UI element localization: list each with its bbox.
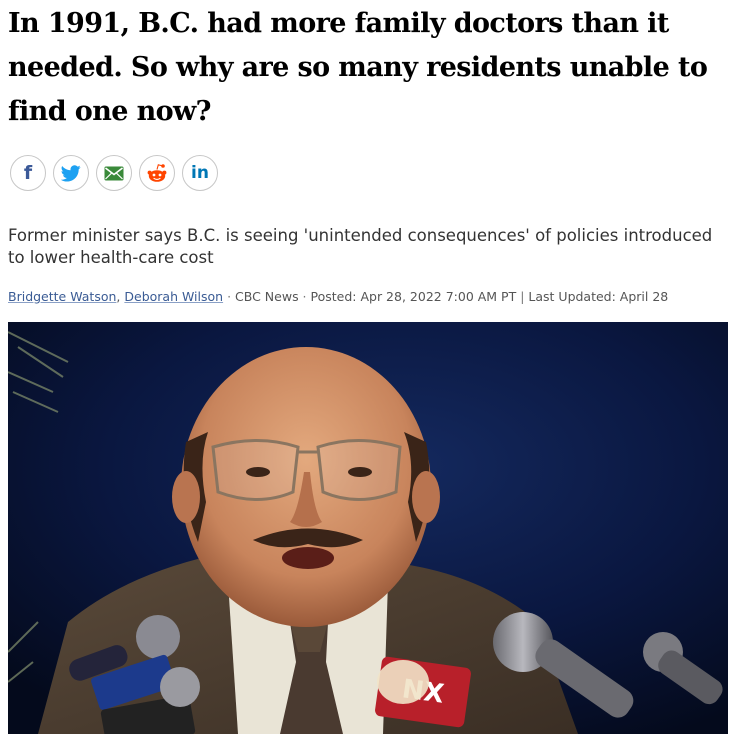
linkedin-icon: in (191, 162, 209, 183)
article-byline: Bridgette Watson, Deborah Wilson · CBC N… (8, 289, 668, 304)
updated-date: Last Updated: April 28 (528, 289, 669, 304)
email-icon (104, 166, 124, 181)
author-link[interactable]: Deborah Wilson (124, 289, 223, 304)
article-headline: In 1991, B.C. had more family doctors th… (8, 8, 708, 127)
share-email-button[interactable] (96, 155, 132, 191)
share-linkedin-button[interactable]: in (182, 155, 218, 191)
byline-dot: · (223, 289, 236, 304)
byline-dot: · (298, 289, 311, 304)
share-bar: f in (10, 155, 218, 191)
author-link[interactable]: Bridgette Watson (8, 289, 116, 304)
facebook-icon: f (23, 161, 33, 184)
twitter-icon (61, 164, 81, 182)
article-deck: Former minister says B.C. is seeing 'uni… (8, 226, 713, 267)
share-twitter-button[interactable] (53, 155, 89, 191)
share-facebook-button[interactable]: f (10, 155, 46, 191)
share-reddit-button[interactable] (139, 155, 175, 191)
posted-date: Posted: Apr 28, 2022 7:00 AM PT (310, 289, 517, 304)
byline-source: CBC News (235, 289, 299, 304)
byline-divider: | (516, 289, 529, 304)
article-lead-photo: NX (8, 322, 728, 734)
reddit-icon (146, 163, 168, 183)
